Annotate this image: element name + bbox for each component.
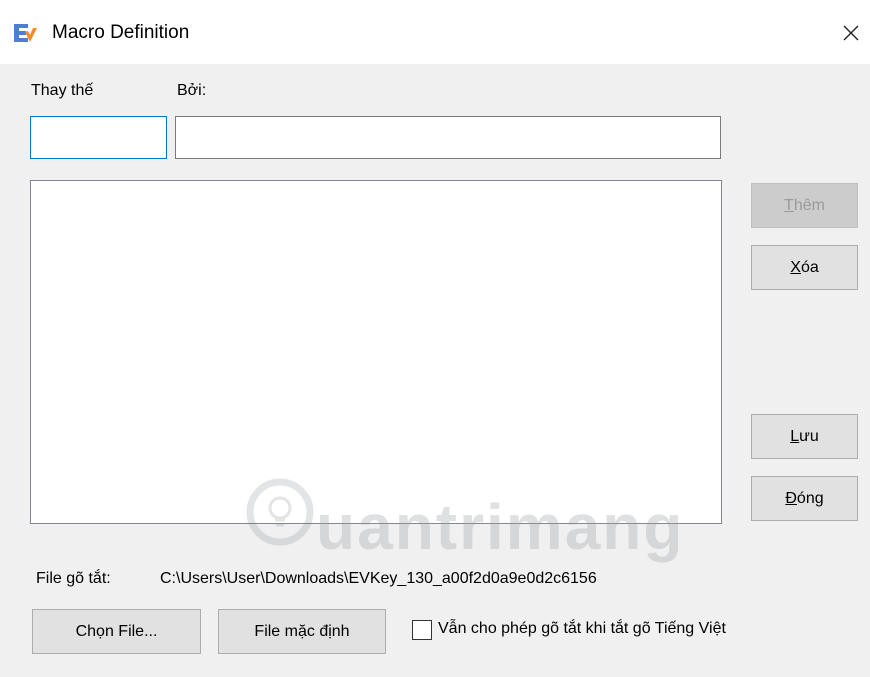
close-icon [843, 25, 859, 41]
them-label: Thêm [784, 196, 825, 214]
close-button[interactable] [836, 18, 866, 48]
boi-label: Bởi: [177, 82, 207, 99]
boi-input[interactable] [176, 117, 720, 158]
luu-label: Lưu [790, 427, 819, 445]
file-mac-dinh-button[interactable]: File mặc định [218, 609, 386, 654]
thay-the-input-box [30, 116, 167, 159]
window-title: Macro Definition [52, 22, 190, 43]
xoa-label: Xóa [790, 258, 819, 276]
file-mac-dinh-label: File mặc định [254, 622, 350, 640]
evkey-app-icon [14, 24, 37, 42]
dong-label: Đóng [785, 489, 824, 507]
title-bar: Macro Definition [0, 0, 870, 64]
chon-file-button[interactable]: Chọn File... [32, 609, 201, 654]
allow-shortcut-label[interactable]: Vẫn cho phép gõ tắt khi tắt gõ Tiếng Việ… [438, 620, 726, 638]
file-go-tat-label: File gõ tắt: [36, 570, 111, 587]
boi-input-box [175, 116, 721, 159]
thay-the-input[interactable] [31, 117, 166, 158]
macro-list[interactable] [30, 180, 722, 524]
allow-shortcut-checkbox[interactable] [412, 620, 432, 640]
chon-file-label: Chọn File... [75, 622, 158, 640]
luu-button[interactable]: Lưu [751, 414, 858, 459]
them-button[interactable]: Thêm [751, 183, 858, 228]
dong-button[interactable]: Đóng [751, 476, 858, 521]
file-path: C:\Users\User\Downloads\EVKey_130_a00f2d… [160, 570, 597, 587]
xoa-button[interactable]: Xóa [751, 245, 858, 290]
thay-the-label: Thay thế [31, 82, 94, 99]
